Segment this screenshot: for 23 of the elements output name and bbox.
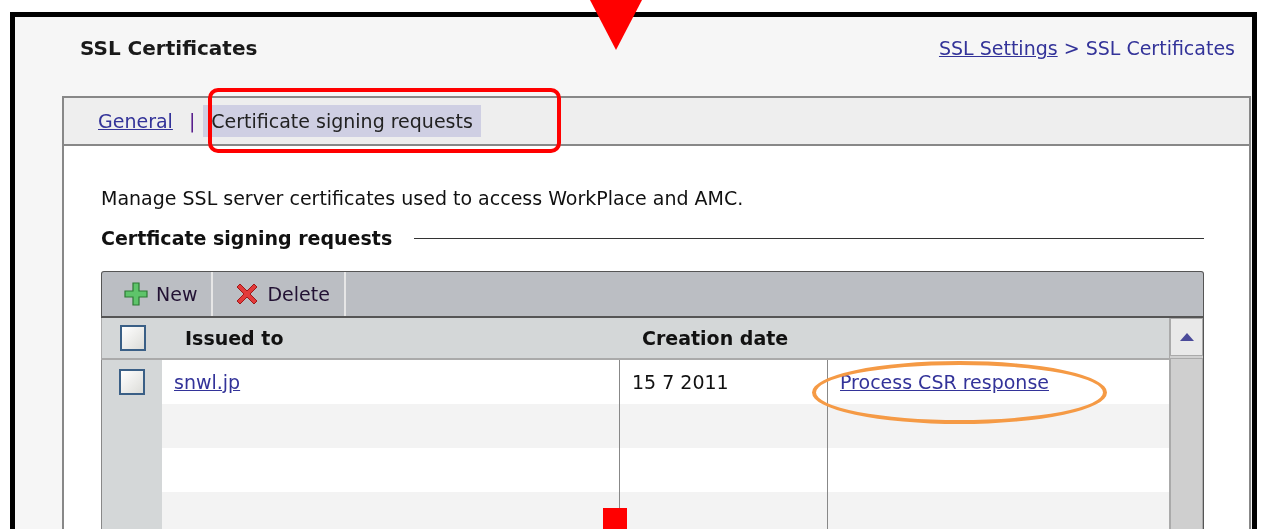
tab[interactable]: General bbox=[90, 105, 181, 137]
breadcrumb-link[interactable]: SSL Settings bbox=[938, 37, 1058, 59]
scroll-up-button[interactable] bbox=[1170, 318, 1203, 356]
page-title: SSL Certificates bbox=[80, 36, 258, 60]
annotation-marker bbox=[603, 508, 627, 529]
table-cell: 15 7 2011 bbox=[632, 371, 729, 393]
column-header[interactable]: Creation date bbox=[620, 327, 828, 349]
checkbox[interactable] bbox=[119, 325, 146, 351]
plus-icon bbox=[122, 280, 150, 308]
annotation-arrow bbox=[590, 0, 642, 50]
checkbox[interactable] bbox=[119, 369, 145, 395]
issued-to-link[interactable]: snwl.jp bbox=[174, 371, 241, 393]
section-title: Certficate signing requests bbox=[101, 227, 393, 249]
delete-button[interactable]: Delete bbox=[213, 272, 346, 316]
tab[interactable]: Certificate signing requests bbox=[203, 105, 481, 137]
tab-separator: | bbox=[188, 110, 196, 132]
scrollbar[interactable] bbox=[1169, 318, 1204, 529]
description: Manage SSL server certificates used to access WorkPlace and AMC. bbox=[101, 187, 745, 209]
up-arrow-icon bbox=[1179, 333, 1194, 341]
new-button[interactable]: New bbox=[102, 272, 214, 316]
process-csr-link[interactable]: Process CSR response bbox=[840, 371, 1049, 393]
column-header[interactable]: Issued to bbox=[163, 327, 620, 349]
breadcrumb-current: > SSL Certificates bbox=[1063, 37, 1235, 59]
